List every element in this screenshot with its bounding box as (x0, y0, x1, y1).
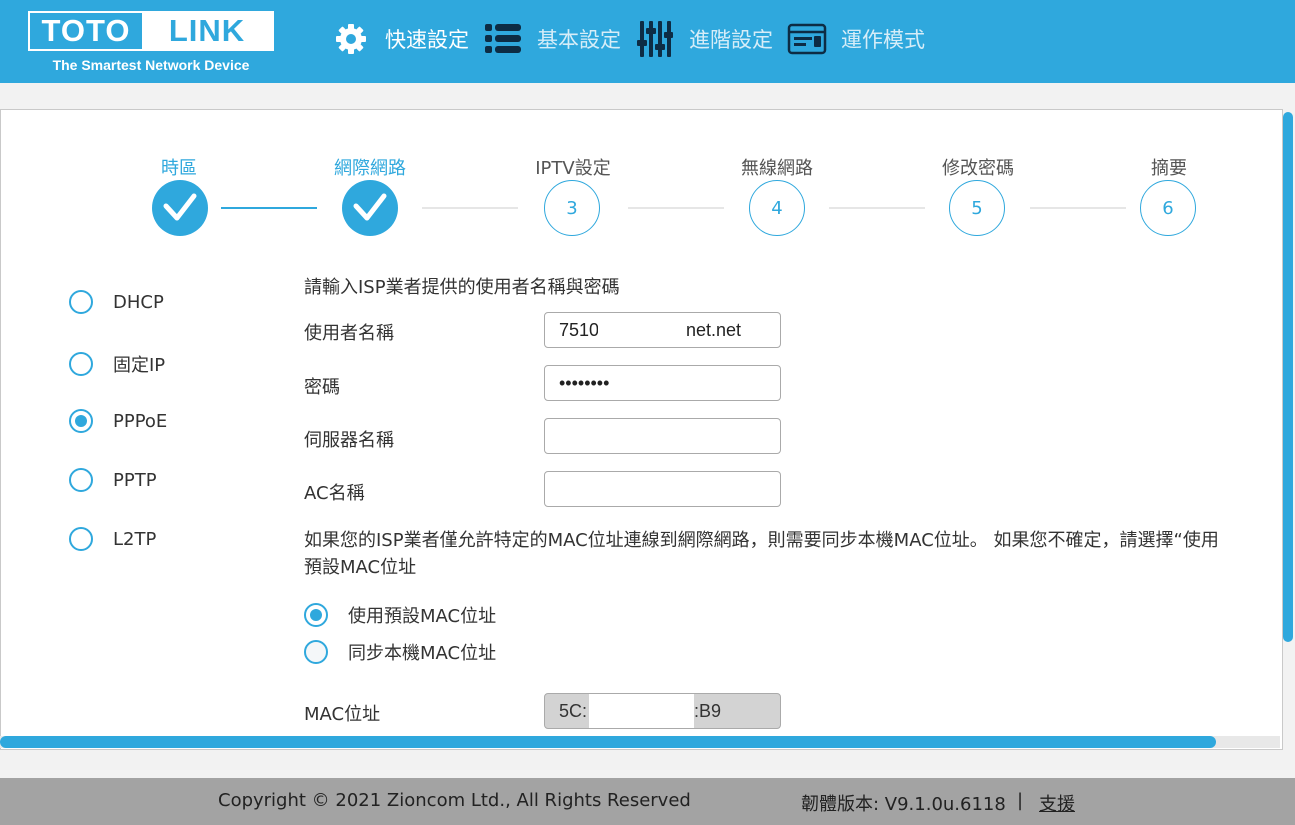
nav-operation-mode[interactable]: 運作模式 (787, 19, 925, 59)
mac-option-default[interactable]: 使用預設MAC位址 (304, 602, 496, 628)
step-number-6[interactable]: 6 (1140, 180, 1196, 236)
step-label-wireless: 無線網路 (741, 158, 813, 179)
step-timezone-done[interactable] (152, 180, 208, 236)
ac-name-input[interactable] (544, 471, 781, 507)
username-value-start: 7510 (559, 320, 600, 340)
service-name-label: 伺服器名稱 (304, 430, 394, 451)
redacted-block (589, 694, 694, 728)
step-label-internet: 網際網路 (334, 158, 406, 179)
password-label: 密碼 (304, 377, 340, 398)
mac-address-label: MAC位址 (304, 704, 381, 725)
logo-text-right: LINK (142, 13, 272, 49)
logo-text-left: TOTO (41, 13, 131, 48)
ac-name-label: AC名稱 (304, 483, 365, 504)
nav-label: 基本設定 (537, 28, 621, 52)
mode-icon (787, 19, 827, 59)
radio-button[interactable] (304, 640, 328, 664)
redacted-block (598, 319, 686, 347)
mac-value-end: :B9 (694, 701, 722, 721)
radio-button-selected[interactable] (69, 409, 93, 433)
copyright-text: Copyright © 2021 Zioncom Ltd., All Right… (218, 790, 691, 811)
sliders-icon (635, 19, 675, 59)
nav-basic-settings[interactable]: 基本設定 (483, 19, 621, 59)
step-connector (829, 207, 925, 209)
connection-option-l2tp[interactable]: L2TP (69, 527, 156, 551)
step-connector (422, 207, 518, 209)
step-number-4[interactable]: 4 (749, 180, 805, 236)
nav-label: 運作模式 (841, 28, 925, 52)
mac-option-clone[interactable]: 同步本機MAC位址 (304, 639, 496, 665)
totolink-logo[interactable]: TOTO LINK The Smartest Network Device (28, 11, 276, 79)
step-connector (221, 207, 317, 209)
connection-option-pptp[interactable]: PPTP (69, 468, 157, 492)
vertical-scrollbar-thumb[interactable] (1283, 112, 1293, 642)
step-label-timezone: 時區 (161, 158, 197, 179)
horizontal-scrollbar-thumb[interactable] (0, 736, 1216, 748)
mac-value-start: 5C: (559, 701, 588, 721)
service-name-input[interactable] (544, 418, 781, 454)
top-header: TOTO LINK The Smartest Network Device 快速… (0, 0, 1295, 83)
connection-option-label: PPTP (113, 469, 157, 491)
radio-button[interactable] (69, 468, 93, 492)
mac-clone-note-cont: 預設MAC位址 (304, 557, 417, 578)
connection-option-pppoe[interactable]: PPPoE (69, 409, 167, 433)
mac-address-field: 5C: :B9 (544, 693, 781, 729)
connection-option-label: DHCP (113, 291, 164, 313)
connection-option-label: 固定IP (113, 355, 166, 376)
pppoe-intro-text: 請輸入ISP業者提供的使用者名稱與密碼 (304, 277, 620, 298)
password-input[interactable]: •••••••• (544, 365, 781, 401)
checkmark-icon (163, 193, 197, 221)
list-icon (483, 19, 523, 59)
mac-option-label: 同步本機MAC位址 (348, 643, 497, 664)
username-input[interactable]: 7510 net.net (544, 312, 781, 348)
gear-icon (331, 19, 371, 59)
checkmark-icon (353, 193, 387, 221)
step-connector (1030, 207, 1126, 209)
footer: Copyright © 2021 Zioncom Ltd., All Right… (0, 778, 1295, 825)
username-label: 使用者名稱 (304, 323, 394, 344)
step-number-3[interactable]: 3 (544, 180, 600, 236)
step-label-summary: 摘要 (1151, 158, 1187, 179)
wizard-panel: 時區 網際網路 IPTV設定 無線網路 修改密碼 摘要 3 4 5 6 DHCP… (0, 109, 1283, 750)
connection-option-dhcp[interactable]: DHCP (69, 290, 164, 314)
logo-frame: TOTO LINK (28, 11, 274, 51)
step-connector (628, 207, 724, 209)
step-label-iptv: IPTV設定 (535, 158, 611, 179)
connection-option-label: PPPoE (113, 410, 168, 432)
nav-label: 快速設定 (385, 28, 469, 52)
nav-quick-setup[interactable]: 快速設定 (331, 19, 469, 59)
mac-clone-note: 如果您的ISP業者僅允許特定的MAC位址連線到網際網路，則需要同步本機MAC位址… (304, 530, 1219, 551)
main-nav: 快速設定 基本設定 進階設定 運作模式 (331, 18, 939, 60)
firmware-version: 韌體版本: V9.1.0u.6118 (801, 794, 1006, 815)
username-value-end: net.net (686, 320, 742, 340)
step-number-5[interactable]: 5 (949, 180, 1005, 236)
footer-separator: | (1017, 790, 1024, 811)
step-label-password: 修改密碼 (942, 158, 1014, 179)
nav-advanced-settings[interactable]: 進階設定 (635, 19, 773, 59)
radio-button[interactable] (69, 290, 93, 314)
mac-option-label: 使用預設MAC位址 (348, 606, 497, 627)
radio-button-selected[interactable] (304, 603, 328, 627)
connection-option-static-ip[interactable]: 固定IP (69, 351, 165, 377)
radio-button[interactable] (69, 352, 93, 376)
step-internet-done[interactable] (342, 180, 398, 236)
nav-label: 進階設定 (689, 28, 773, 52)
radio-button[interactable] (69, 527, 93, 551)
connection-option-label: L2TP (113, 528, 157, 550)
support-link[interactable]: 支援 (1039, 790, 1075, 816)
logo-tagline: The Smartest Network Device (52, 57, 250, 73)
